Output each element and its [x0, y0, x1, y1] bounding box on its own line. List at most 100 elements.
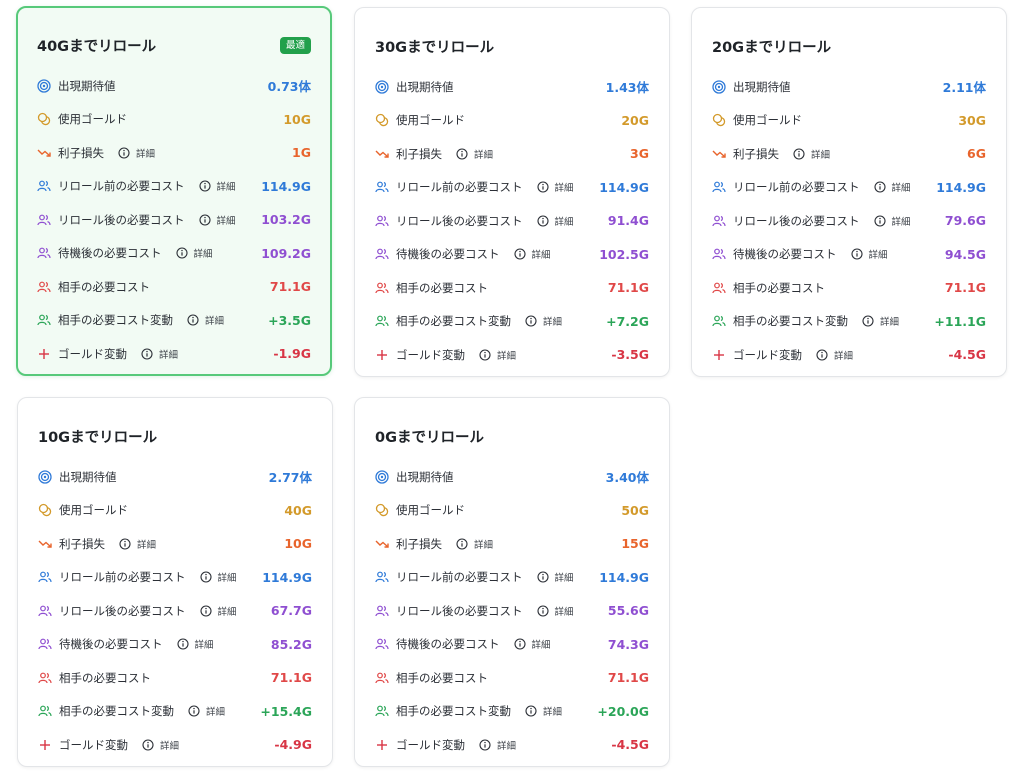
row-expected: 出現期待値 2.77体	[38, 460, 312, 494]
users-icon	[38, 570, 52, 584]
row-interest-loss: 利子損失 詳細 10G	[38, 527, 312, 561]
detail-button[interactable]: 詳細	[862, 314, 899, 328]
row-expected: 出現期待値 3.40体	[375, 460, 649, 494]
target-icon	[375, 470, 389, 484]
users-icon	[375, 314, 389, 328]
users-icon	[38, 671, 52, 685]
row-label: リロール前の必要コスト	[396, 180, 523, 195]
detail-button[interactable]: 詳細	[525, 314, 562, 328]
detail-button[interactable]: 詳細	[456, 147, 493, 161]
users-icon	[375, 637, 389, 651]
row-cost-after: リロール後の必要コスト 詳細 67.7G	[38, 594, 312, 628]
target-icon	[712, 80, 726, 94]
info-icon	[479, 739, 491, 751]
row-label: 相手の必要コスト	[396, 280, 488, 295]
detail-button[interactable]: 詳細	[793, 147, 830, 161]
plus-icon	[375, 348, 389, 362]
detail-label: 詳細	[880, 317, 900, 329]
detail-label: 詳細	[216, 182, 236, 194]
detail-button[interactable]: 詳細	[873, 180, 911, 195]
row-label: 相手の必要コスト変動	[59, 704, 174, 719]
row-value: 1G	[292, 145, 311, 161]
detail-button[interactable]: 詳細	[175, 246, 213, 260]
users-icon	[37, 246, 51, 260]
row-cost-before: リロール前の必要コスト 詳細 114.9G	[375, 561, 649, 595]
coins-icon	[38, 503, 52, 517]
users-icon	[712, 180, 726, 194]
row-opp-cost-change: 相手の必要コスト変動 詳細 +20.0G	[375, 695, 649, 729]
plus-icon	[38, 738, 52, 752]
detail-button[interactable]: 詳細	[118, 146, 155, 160]
row-label: 利子損失	[733, 146, 779, 161]
detail-button[interactable]: 詳細	[142, 738, 179, 752]
row-label: ゴールド変動	[59, 737, 128, 752]
row-cost-before: リロール前の必要コスト 詳細 114.9G	[712, 171, 986, 205]
row-cost-wait: 待機後の必要コスト 詳細 94.5G	[712, 238, 986, 272]
detail-label: 詳細	[160, 740, 180, 752]
row-value: 55.6G	[607, 603, 649, 619]
row-value: 1.43体	[605, 80, 649, 96]
row-label: 出現期待値	[396, 469, 454, 484]
detail-button[interactable]: 詳細	[187, 313, 224, 327]
detail-button[interactable]: 詳細	[456, 537, 493, 551]
target-icon	[38, 470, 52, 484]
detail-button[interactable]: 詳細	[198, 213, 236, 227]
detail-button[interactable]: 詳細	[850, 247, 888, 261]
info-icon	[175, 247, 188, 259]
detail-button[interactable]: 詳細	[188, 704, 225, 718]
detail-label: 詳細	[554, 183, 574, 195]
info-icon	[536, 215, 549, 227]
target-icon	[375, 80, 389, 94]
row-interest-loss: 利子損失 詳細 15G	[375, 527, 649, 561]
card-title: 0Gまでリロール	[375, 429, 484, 446]
detail-button[interactable]: 詳細	[141, 347, 178, 361]
detail-label: 詳細	[811, 149, 831, 161]
row-label: 待機後の必要コスト	[733, 247, 837, 262]
detail-button[interactable]: 詳細	[119, 537, 156, 551]
detail-button[interactable]: 詳細	[513, 637, 551, 651]
row-value: 10G	[284, 536, 312, 552]
info-icon	[873, 215, 886, 227]
detail-button[interactable]: 詳細	[536, 180, 574, 195]
card-title: 20Gまでリロール	[712, 39, 832, 56]
detail-label: 詳細	[891, 183, 911, 195]
row-label: 出現期待値	[58, 78, 116, 93]
detail-button[interactable]: 詳細	[536, 604, 574, 618]
row-cost-before: リロール前の必要コスト 詳細 114.9G	[37, 170, 311, 204]
detail-button[interactable]: 詳細	[816, 348, 853, 362]
users-icon	[38, 604, 52, 618]
row-value: -4.5G	[611, 737, 649, 753]
info-icon	[199, 571, 212, 583]
detail-label: 詳細	[497, 740, 517, 752]
row-value: 10G	[283, 111, 311, 127]
users-icon	[37, 179, 51, 193]
row-opp-cost: 相手の必要コスト 71.1G	[38, 661, 312, 695]
row-value: 114.9G	[936, 179, 986, 195]
info-icon	[118, 147, 130, 159]
detail-button[interactable]: 詳細	[176, 637, 214, 652]
row-cost-wait: 待機後の必要コスト 詳細 102.5G	[375, 238, 649, 272]
info-icon	[536, 605, 549, 617]
detail-button[interactable]: 詳細	[198, 179, 236, 194]
row-value: -1.9G	[273, 346, 311, 362]
detail-label: 詳細	[194, 640, 214, 652]
detail-label: 詳細	[554, 606, 574, 618]
users-icon	[712, 314, 726, 328]
detail-button[interactable]: 詳細	[199, 604, 237, 618]
row-value: 109.2G	[261, 245, 311, 261]
detail-button[interactable]: 詳細	[873, 214, 911, 228]
coins-icon	[375, 503, 389, 517]
detail-button[interactable]: 詳細	[479, 738, 516, 752]
detail-button[interactable]: 詳細	[199, 570, 237, 584]
row-value: +3.5G	[268, 312, 311, 328]
detail-button[interactable]: 詳細	[536, 570, 574, 584]
row-value: 114.9G	[599, 569, 649, 585]
detail-label: 詳細	[217, 606, 237, 618]
row-label: 相手の必要コスト	[733, 280, 825, 295]
detail-button[interactable]: 詳細	[536, 214, 574, 228]
detail-button[interactable]: 詳細	[479, 348, 516, 362]
detail-button[interactable]: 詳細	[525, 704, 562, 718]
row-label: ゴールド変動	[396, 347, 465, 362]
card-title: 40Gまでリロール	[37, 38, 157, 55]
detail-button[interactable]: 詳細	[513, 247, 551, 261]
